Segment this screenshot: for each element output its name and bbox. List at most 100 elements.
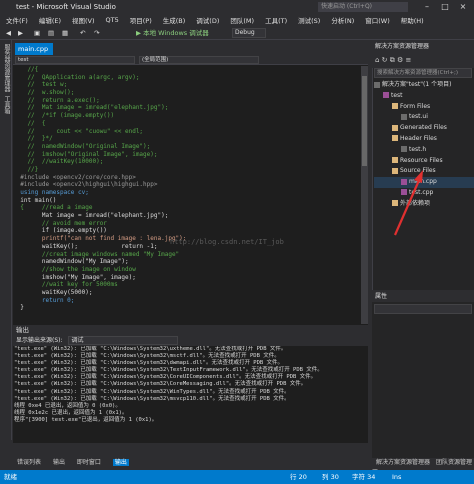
code-text: // test w; (13, 81, 68, 89)
tree-item[interactable]: 解决方案"test"(1 个项目) (374, 80, 474, 91)
tab-label: main.cpp (18, 45, 49, 53)
tab-output[interactable]: 输出 (53, 459, 65, 466)
back-icon[interactable]: ◀ (6, 28, 11, 38)
maximize-icon[interactable]: □ (438, 1, 452, 13)
tree-item[interactable]: Generated Files (374, 123, 474, 134)
code-line[interactable]: // return a.exec(); (13, 97, 363, 105)
folder-icon (392, 135, 398, 142)
tree-item-label: Generated Files (400, 124, 447, 132)
code-line[interactable]: { //read a image (13, 204, 363, 212)
tree-item[interactable]: Form Files (374, 102, 474, 113)
right-tab-bar: 解决方案资源管理器 团队资源管理器 (372, 458, 474, 476)
quick-launch-input[interactable]: 快速启动 (Ctrl+Q) (318, 2, 408, 12)
code-line[interactable]: // cout << "cuowu" << endl; (13, 128, 363, 136)
tab-main-cpp[interactable]: main.cpp × (15, 43, 53, 65)
minimize-icon[interactable]: – (420, 1, 434, 13)
status-mode: Ins (392, 473, 402, 481)
code-line[interactable]: #include <opencv2\highgui\highgui.hpp> (13, 181, 363, 189)
code-line[interactable]: waitKey(5000); (13, 289, 363, 297)
editor-nav-bar: test (全局范围) (13, 55, 368, 65)
new-file-icon[interactable]: ▣ (34, 28, 40, 38)
tree-item-label: test.h (409, 145, 427, 153)
menu-item[interactable]: 编辑(E) (39, 15, 61, 25)
solution-search-input[interactable]: 搜索解决方案资源管理器(Ctrl+;) (374, 68, 472, 78)
menu-item[interactable]: 文件(F) (6, 15, 28, 25)
server-explorer-tab[interactable]: 服务器资源管理器 (2, 44, 11, 92)
code-line[interactable]: //{ (13, 66, 363, 74)
code-line[interactable]: } (13, 304, 363, 312)
forward-icon[interactable]: ▶ (18, 28, 23, 38)
window-title: test - Microsoft Visual Studio (16, 3, 116, 11)
code-line[interactable]: namedWindow("My Image"); (13, 258, 363, 266)
undo-icon[interactable]: ↶ (80, 28, 85, 38)
code-line[interactable]: using namespace cv; (13, 189, 363, 197)
menu-item[interactable]: 视图(V) (72, 15, 95, 25)
code-text: waitKey(5000); (13, 288, 93, 296)
menu-item[interactable]: 帮助(H) (401, 15, 424, 25)
code-line[interactable]: //wait key for 5000ms (13, 281, 363, 289)
output-source-select[interactable]: 调试 (68, 336, 179, 345)
code-line[interactable]: // imshow("Original Image", image); (13, 151, 363, 159)
tree-item-label: Form Files (400, 102, 431, 110)
tree-item[interactable]: test.h (374, 145, 474, 156)
toolbox-tab[interactable]: 工具箱 (2, 96, 11, 114)
code-text: // }*/ (13, 135, 53, 143)
code-text: #include <opencv2\highgui\highgui.hpp> (13, 181, 158, 189)
code-text: //} (13, 165, 39, 173)
tree-item[interactable]: Header Files (374, 134, 474, 145)
tree-item[interactable]: test.ui (374, 112, 474, 123)
menu-item[interactable]: 测试(S) (298, 15, 320, 25)
menu-item[interactable]: 生成(B) (163, 15, 186, 25)
menu-item[interactable]: 调试(D) (196, 15, 219, 25)
code-line[interactable]: // //waitKey(10000); (13, 158, 363, 166)
code-line[interactable]: // w.show(); (13, 89, 363, 97)
tab-output-active[interactable]: 输出 (112, 459, 129, 466)
file-icon (401, 113, 407, 120)
left-tool-strip: 服务器资源管理器 工具箱 (0, 40, 12, 440)
code-line[interactable]: //show the image on window (13, 266, 363, 274)
menu-item[interactable]: QT5 (106, 16, 119, 24)
tab-error-list[interactable]: 错误列表 (17, 459, 41, 466)
menu-item[interactable]: 分析(N) (331, 15, 354, 25)
save-icon[interactable]: ▦ (62, 28, 68, 38)
code-line[interactable]: return 0; (13, 297, 363, 305)
menu-item[interactable]: 团队(M) (230, 15, 254, 25)
code-line[interactable]: // /*if (image.empty()) (13, 112, 363, 120)
code-line[interactable]: //creat image windows named "My Image" (13, 251, 363, 259)
global-scope-select[interactable]: (全局范围) (139, 56, 259, 64)
code-line[interactable]: imshow("My Image", image); (13, 274, 363, 282)
code-lines[interactable]: //{ // QApplication a(argc, argv); // te… (13, 66, 363, 324)
menu-item[interactable]: 窗口(W) (365, 15, 390, 25)
code-line[interactable]: //} (13, 166, 363, 174)
status-col: 列 30 (322, 473, 339, 481)
code-line[interactable]: // Mat image = imread("elephant.jpg"); (13, 104, 363, 112)
code-text: if (image.empty()) (13, 227, 107, 235)
code-text: // cout << "cuowu" << endl; (13, 127, 144, 135)
code-line[interactable]: // namedWindow("Original Image"); (13, 143, 363, 151)
tab-immediate[interactable]: 即时窗口 (77, 459, 101, 466)
properties-object-select[interactable] (374, 304, 472, 314)
menu-item[interactable]: 工具(T) (265, 15, 287, 25)
tree-item[interactable]: test (374, 91, 474, 102)
code-line[interactable]: // QApplication a(argc, argv); (13, 74, 363, 82)
redo-icon[interactable]: ↷ (94, 28, 99, 38)
close-icon[interactable]: × (456, 1, 470, 13)
code-line[interactable]: // test w; (13, 81, 363, 89)
config-select[interactable]: Debug (232, 28, 266, 38)
code-text: // { (13, 119, 46, 127)
code-line[interactable]: Mat image = imread("elephant.jpg"); (13, 212, 363, 220)
code-line[interactable]: // }*/ (13, 135, 363, 143)
code-line[interactable]: int main() (13, 197, 363, 205)
scroll-thumb[interactable] (362, 76, 367, 166)
code-line[interactable]: #include <opencv2/core/core.hpp> (13, 174, 363, 182)
code-line[interactable]: // { (13, 120, 363, 128)
menu-item[interactable]: 项目(P) (130, 15, 152, 25)
tab-solution-explorer[interactable]: 解决方案资源管理器 (376, 459, 430, 466)
project-scope-select[interactable]: test (15, 56, 135, 64)
code-line[interactable]: // avoid mem error (13, 220, 363, 228)
editor-scrollbar[interactable] (361, 66, 368, 324)
start-debug-button[interactable]: ▶ 本地 Windows 调试器 (136, 28, 209, 38)
code-line[interactable]: if (image.empty()) (13, 227, 363, 235)
folder-icon (392, 103, 398, 110)
open-file-icon[interactable]: ▤ (48, 28, 54, 38)
